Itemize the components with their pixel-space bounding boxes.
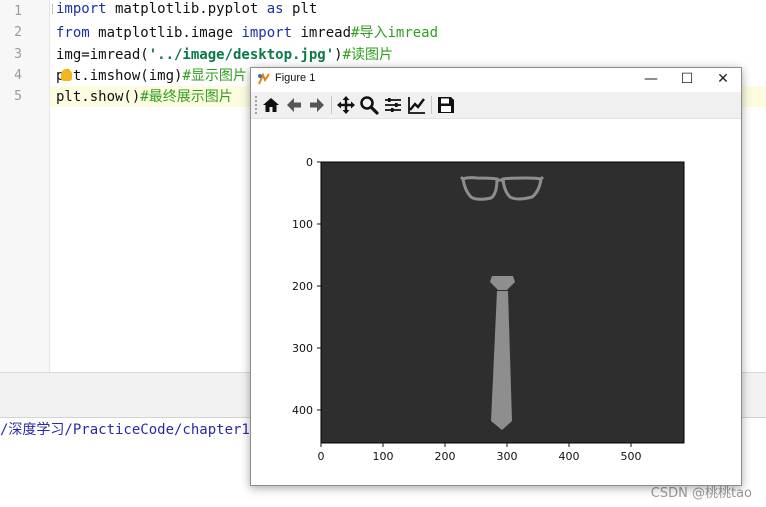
x-tick-label: 100 bbox=[373, 450, 394, 463]
code-comment: #显示图片 bbox=[182, 68, 247, 84]
figure-canvas: 0 100 200 300 400 500 0 100 200 300 400 bbox=[251, 119, 741, 485]
figure-titlebar[interactable]: Figure 1 — ☐ ✕ bbox=[251, 68, 741, 92]
y-tick-label: 100 bbox=[292, 218, 313, 231]
navigation-toolbar bbox=[251, 92, 741, 119]
pan-icon[interactable] bbox=[336, 95, 356, 115]
maximize-button[interactable]: ☐ bbox=[669, 68, 705, 92]
code-keyword: import bbox=[241, 25, 293, 41]
line-number: 5 bbox=[14, 89, 22, 104]
close-button[interactable]: ✕ bbox=[705, 68, 741, 92]
code-keyword: as bbox=[266, 1, 284, 17]
axes-edit-icon[interactable] bbox=[407, 95, 427, 115]
y-tick-label: 0 bbox=[306, 156, 313, 169]
y-axis bbox=[317, 161, 321, 411]
line-number: 3 bbox=[14, 47, 22, 62]
code-text: ) bbox=[334, 47, 343, 63]
home-icon[interactable] bbox=[261, 95, 281, 115]
y-tick-label: 400 bbox=[292, 404, 313, 417]
minimize-button[interactable]: — bbox=[633, 68, 669, 92]
x-tick-label: 400 bbox=[559, 450, 580, 463]
x-tick-label: 500 bbox=[621, 450, 642, 463]
plot-svg: 0 100 200 300 400 500 0 100 200 300 400 bbox=[292, 156, 685, 463]
line-number: 2 bbox=[14, 25, 22, 40]
x-tick-label: 0 bbox=[318, 450, 325, 463]
code-text: plt bbox=[283, 1, 318, 17]
code-text: img=imread( bbox=[56, 47, 149, 63]
code-text: plt.show() bbox=[56, 89, 141, 105]
code-line-3[interactable]: img=imread('../image/desktop.jpg')#读图片 bbox=[56, 44, 393, 65]
toolbar-grip bbox=[255, 96, 259, 114]
fold-marker bbox=[52, 4, 54, 14]
code-text: matplotlib.pyplot bbox=[106, 1, 267, 17]
save-icon[interactable] bbox=[436, 95, 456, 115]
code-keyword: from bbox=[56, 25, 90, 41]
code-comment: #读图片 bbox=[342, 47, 394, 63]
code-line-5[interactable]: plt.show()#最终展示图片 bbox=[56, 86, 233, 107]
subplots-config-icon[interactable] bbox=[383, 95, 403, 115]
toolbar-separator bbox=[431, 96, 432, 114]
code-comment: #导入imread bbox=[351, 25, 439, 41]
x-tick-label: 300 bbox=[497, 450, 518, 463]
toolbar-separator bbox=[331, 96, 332, 114]
line-number: 1 bbox=[14, 4, 22, 19]
x-axis bbox=[320, 443, 632, 447]
zoom-icon[interactable] bbox=[359, 95, 379, 115]
matplotlib-app-icon bbox=[258, 72, 270, 85]
code-text: matplotlib.image bbox=[89, 25, 242, 41]
code-string: '../image/desktop.jpg' bbox=[148, 47, 335, 63]
code-text: imread bbox=[292, 25, 352, 41]
code-line-2[interactable]: from matplotlib.image import imread#导入im… bbox=[56, 22, 438, 43]
console-output-path: /深度学习/PracticeCode/chapter1/ bbox=[0, 422, 259, 438]
figure-window: Figure 1 — ☐ ✕ 0 100 200 300 400 500 0 1… bbox=[250, 67, 742, 486]
lightbulb-icon[interactable] bbox=[61, 69, 72, 81]
y-tick-label: 300 bbox=[292, 342, 313, 355]
code-text: plt.imshow(img) bbox=[56, 68, 183, 84]
forward-arrow-icon[interactable] bbox=[307, 95, 327, 115]
code-comment: #最终展示图片 bbox=[140, 89, 233, 105]
code-line-4[interactable]: plt.imshow(img)#显示图片 bbox=[56, 65, 247, 86]
y-tick-label: 200 bbox=[292, 280, 313, 293]
code-keyword: import bbox=[56, 1, 107, 17]
figure-title: Figure 1 bbox=[275, 72, 316, 84]
code-line-1[interactable]: import matplotlib.pyplot as plt bbox=[56, 1, 317, 22]
back-arrow-icon[interactable] bbox=[284, 95, 304, 115]
x-tick-label: 200 bbox=[435, 450, 456, 463]
line-number: 4 bbox=[14, 68, 22, 83]
